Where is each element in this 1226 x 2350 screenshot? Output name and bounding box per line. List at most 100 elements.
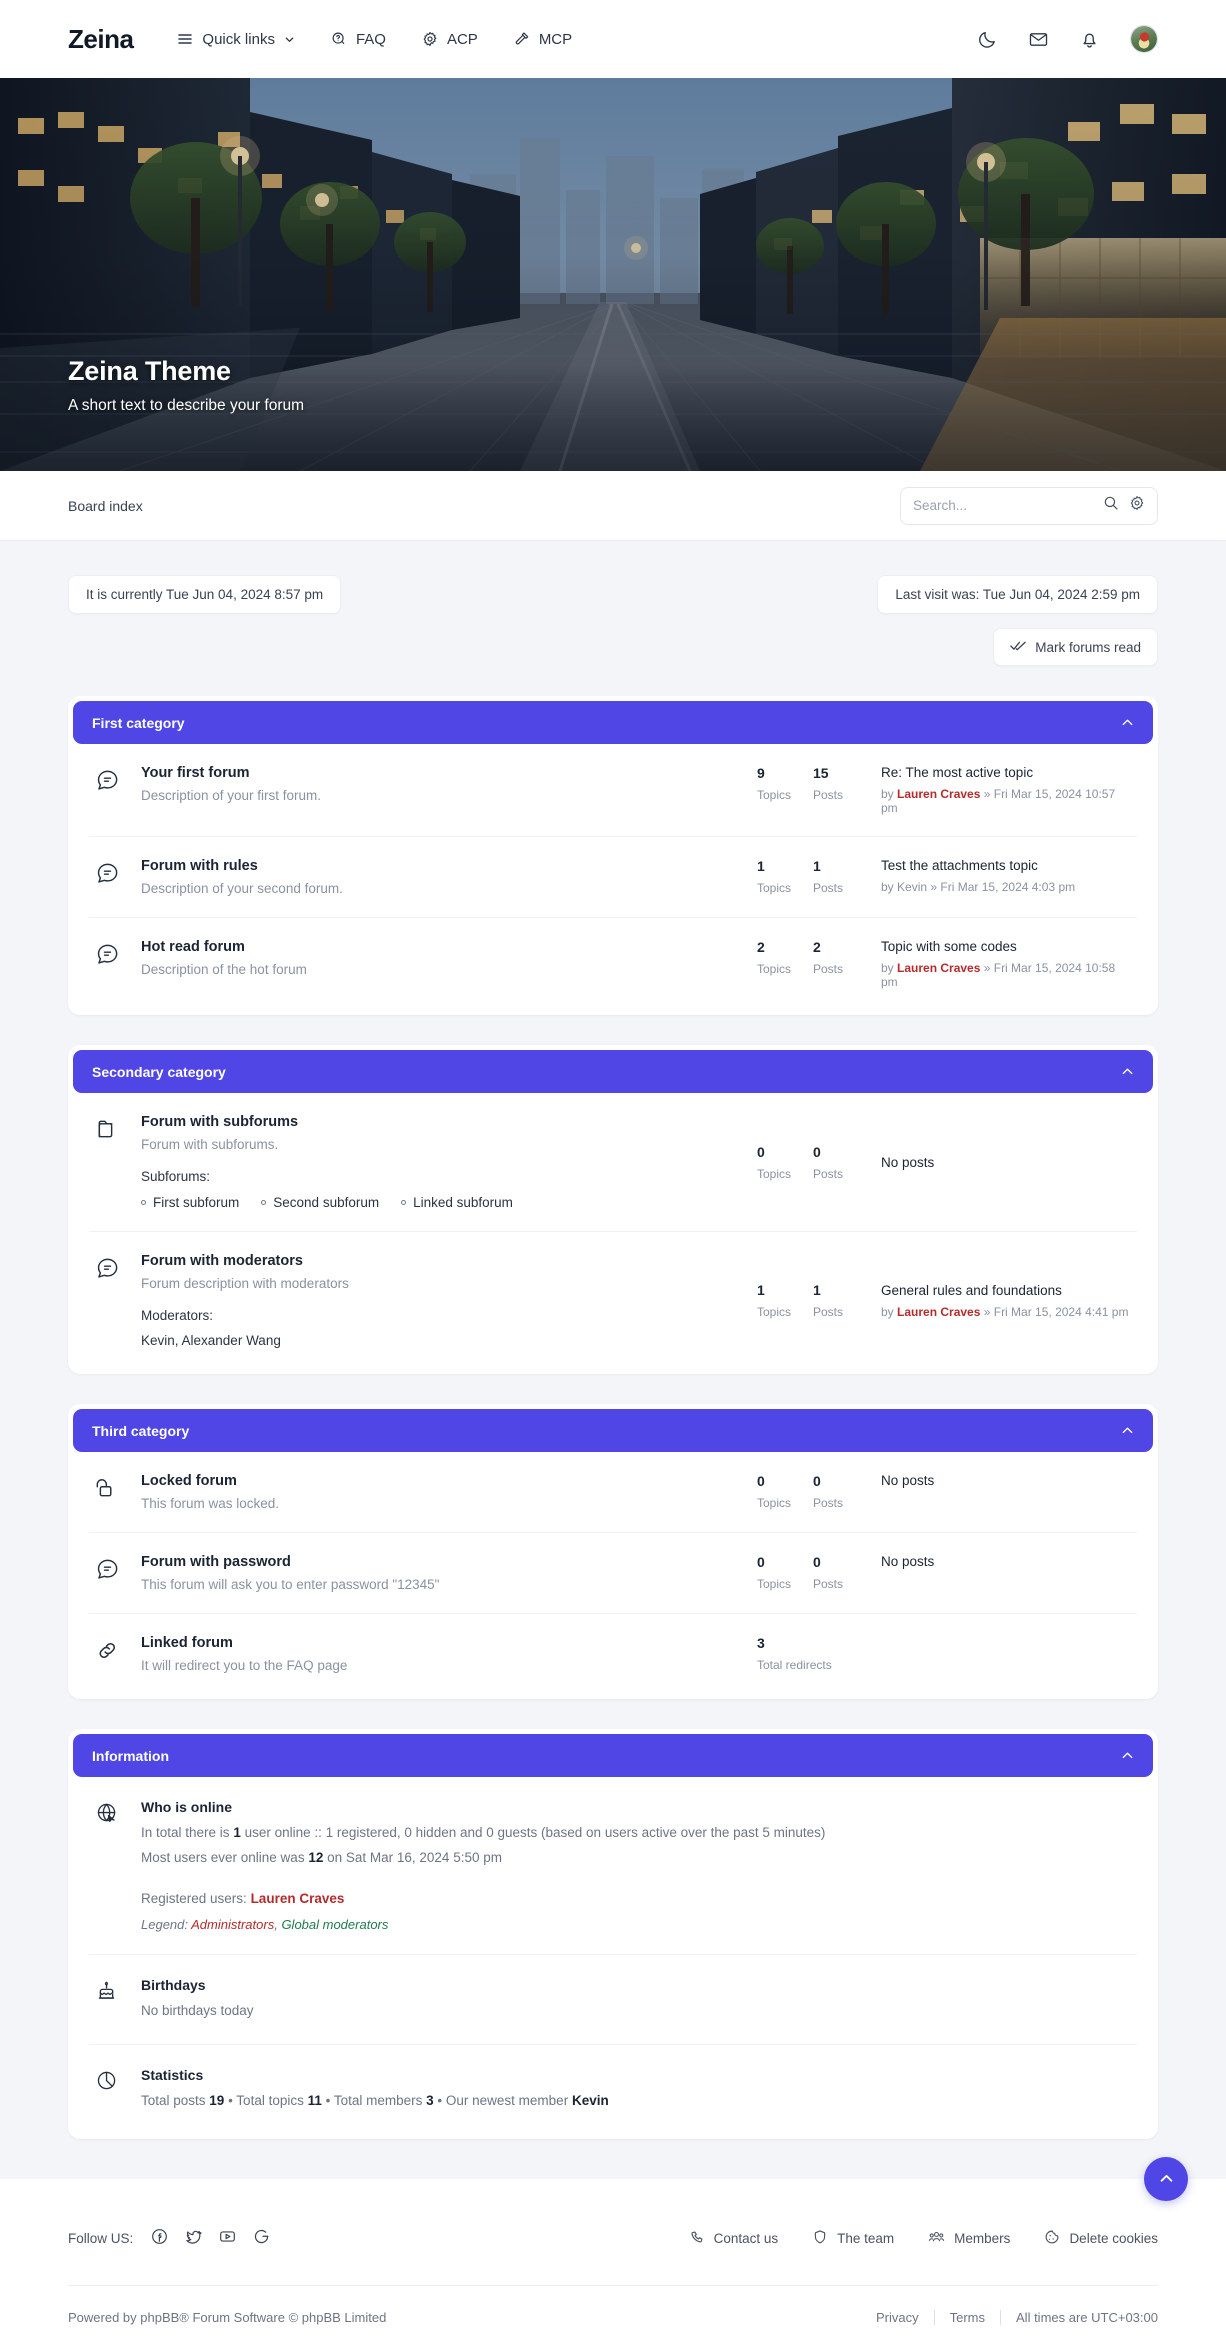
line1-prefix: In total there is xyxy=(141,1825,234,1840)
nav-faq[interactable]: FAQ xyxy=(331,31,386,48)
nav-quick-links[interactable]: Quick links xyxy=(177,31,295,48)
forum-row[interactable]: Linked forum It will redirect you to the… xyxy=(89,1614,1137,1694)
forum-row[interactable]: Locked forum This forum was locked. 0 To… xyxy=(89,1452,1137,1533)
gavel-icon xyxy=(514,31,530,47)
last-post-title[interactable]: Topic with some codes xyxy=(881,939,1131,954)
forum-title[interactable]: Forum with password xyxy=(141,1554,743,1570)
forum-title[interactable]: Forum with moderators xyxy=(141,1253,743,1269)
last-post-date: » Fri Mar 15, 2024 4:41 pm xyxy=(980,1304,1129,1319)
topics-stat: 0 Topics xyxy=(757,1473,813,1510)
google-icon[interactable] xyxy=(253,2228,270,2250)
category-title: First category xyxy=(92,714,185,731)
header-actions xyxy=(977,25,1158,53)
chevron-up-icon[interactable] xyxy=(1121,1749,1134,1762)
category-title: Third category xyxy=(92,1422,190,1439)
link-icon xyxy=(95,1635,141,1668)
search-box[interactable] xyxy=(900,486,1158,525)
posts-stat: 0 Posts xyxy=(813,1144,869,1181)
avatar[interactable] xyxy=(1130,25,1158,53)
subforum-item[interactable]: First subforum xyxy=(141,1195,239,1210)
statistics-row: Statistics Total posts 19 • Total topics… xyxy=(89,2045,1137,2134)
privacy-link[interactable]: Privacy xyxy=(861,2310,934,2325)
birthdays-row: Birthdays No birthdays today xyxy=(89,1955,1137,2045)
information-header[interactable]: Information xyxy=(73,1734,1153,1777)
forum-title[interactable]: Linked forum xyxy=(141,1635,743,1651)
redirects-label: Total redirects xyxy=(757,1658,832,1672)
envelope-icon[interactable] xyxy=(1028,29,1049,50)
last-post-author[interactable]: Lauren Craves xyxy=(897,961,980,975)
footer-link-label: Contact us xyxy=(713,2231,779,2247)
search-input[interactable] xyxy=(913,498,1093,513)
category-header-third[interactable]: Third category xyxy=(73,1409,1153,1452)
forum-row[interactable]: Forum with moderators Forum description … xyxy=(89,1232,1137,1369)
scroll-to-top-button[interactable] xyxy=(1144,2156,1188,2201)
last-post-author[interactable]: Lauren Craves xyxy=(897,1305,980,1319)
forum-title[interactable]: Forum with subforums xyxy=(141,1114,743,1130)
last-post-title[interactable]: Test the attachments topic xyxy=(881,858,1131,873)
footer-link-the-team[interactable]: The team xyxy=(812,2229,894,2248)
forum-title[interactable]: Locked forum xyxy=(141,1473,743,1489)
last-post-author[interactable]: Kevin xyxy=(897,880,927,894)
forum-row[interactable]: Hot read forum Description of the hot fo… xyxy=(89,918,1137,1010)
topics-stat: 1 Topics xyxy=(757,858,813,895)
last-post-meta: by Lauren Craves » Fri Mar 15, 2024 4:41… xyxy=(881,1305,1131,1319)
pie-chart-icon xyxy=(95,2067,141,2099)
terms-link[interactable]: Terms xyxy=(935,2310,1000,2325)
subforum-label: First subforum xyxy=(153,1195,240,1210)
follow-us-label: Follow US: xyxy=(68,2231,134,2247)
category-header-secondary[interactable]: Secondary category xyxy=(73,1050,1153,1093)
forum-row[interactable]: Forum with subforums Forum with subforum… xyxy=(89,1093,1137,1232)
forum-description: Forum with subforums. xyxy=(141,1137,279,1152)
total-members-value: 3 xyxy=(426,2092,434,2108)
subforum-item[interactable]: Linked subforum xyxy=(401,1195,513,1210)
footer-link-members[interactable]: Members xyxy=(928,2229,1010,2248)
facebook-icon[interactable] xyxy=(151,2228,168,2250)
chevron-up-icon[interactable] xyxy=(1121,1065,1134,1078)
forum-title[interactable]: Your first forum xyxy=(141,765,743,781)
youtube-icon[interactable] xyxy=(219,2228,236,2250)
site-logo[interactable]: Zeina xyxy=(68,24,134,55)
forum-row[interactable]: Your first forum Description of your fir… xyxy=(89,744,1137,837)
mark-forums-read-button[interactable]: Mark forums read xyxy=(993,628,1158,666)
search-icon[interactable] xyxy=(1103,495,1119,516)
nav-mcp[interactable]: MCP xyxy=(514,31,572,48)
topics-label: Topics xyxy=(757,788,792,802)
category-body-first: Your first forum Description of your fir… xyxy=(73,744,1153,1010)
footer-bottom-row: Powered by phpBB® Forum Software © phpBB… xyxy=(68,2286,1158,2350)
cake-icon xyxy=(95,1977,141,2009)
chevron-up-icon[interactable] xyxy=(1121,716,1134,729)
forum-title[interactable]: Hot read forum xyxy=(141,939,743,955)
twitter-icon[interactable] xyxy=(185,2228,202,2250)
last-post-title[interactable]: General rules and foundations xyxy=(881,1283,1131,1298)
forum-row[interactable]: Forum with rules Description of your sec… xyxy=(89,837,1137,918)
topics-label: Topics xyxy=(757,1496,792,1510)
newest-member-value[interactable]: Kevin xyxy=(572,2093,609,2108)
search-settings-gear-icon[interactable] xyxy=(1129,495,1145,516)
moderators-list[interactable]: Kevin, Alexander Wang xyxy=(141,1333,743,1348)
legend-administrators[interactable]: Administrators xyxy=(191,1917,274,1932)
registered-user-name[interactable]: Lauren Craves xyxy=(251,1891,345,1906)
forum-title[interactable]: Forum with rules xyxy=(141,858,743,874)
posts-count: 1 xyxy=(813,858,821,874)
posts-label: Posts xyxy=(813,788,844,802)
nav-faq-label: FAQ xyxy=(355,30,386,48)
category-header-first[interactable]: First category xyxy=(73,701,1153,744)
subforum-item[interactable]: Second subforum xyxy=(261,1195,379,1210)
members-icon xyxy=(928,2229,945,2248)
nav-acp[interactable]: ACP xyxy=(422,31,478,48)
breadcrumb-board-index[interactable]: Board index xyxy=(68,498,143,514)
forum-stats: 2 Topics 2 Posts xyxy=(757,939,869,976)
forum-unread-icon xyxy=(95,1554,141,1587)
last-post-title[interactable]: Re: The most active topic xyxy=(881,765,1131,780)
legend-global-moderators[interactable]: Global moderators xyxy=(281,1917,388,1932)
bell-icon[interactable] xyxy=(1079,29,1100,50)
forum-row[interactable]: Forum with password This forum will ask … xyxy=(89,1533,1137,1614)
footer-link-delete-cookies[interactable]: Delete cookies xyxy=(1044,2229,1158,2248)
category-card-first: First category Your first forum Descript… xyxy=(68,696,1158,1015)
moon-icon[interactable] xyxy=(977,29,998,50)
last-post: General rules and foundations by Lauren … xyxy=(869,1283,1131,1319)
footer-link-contact-us[interactable]: Contact us xyxy=(689,2229,779,2248)
topics-stat: 2 Topics xyxy=(757,939,813,976)
chevron-up-icon[interactable] xyxy=(1121,1424,1134,1437)
last-post-author[interactable]: Lauren Craves xyxy=(897,787,980,801)
